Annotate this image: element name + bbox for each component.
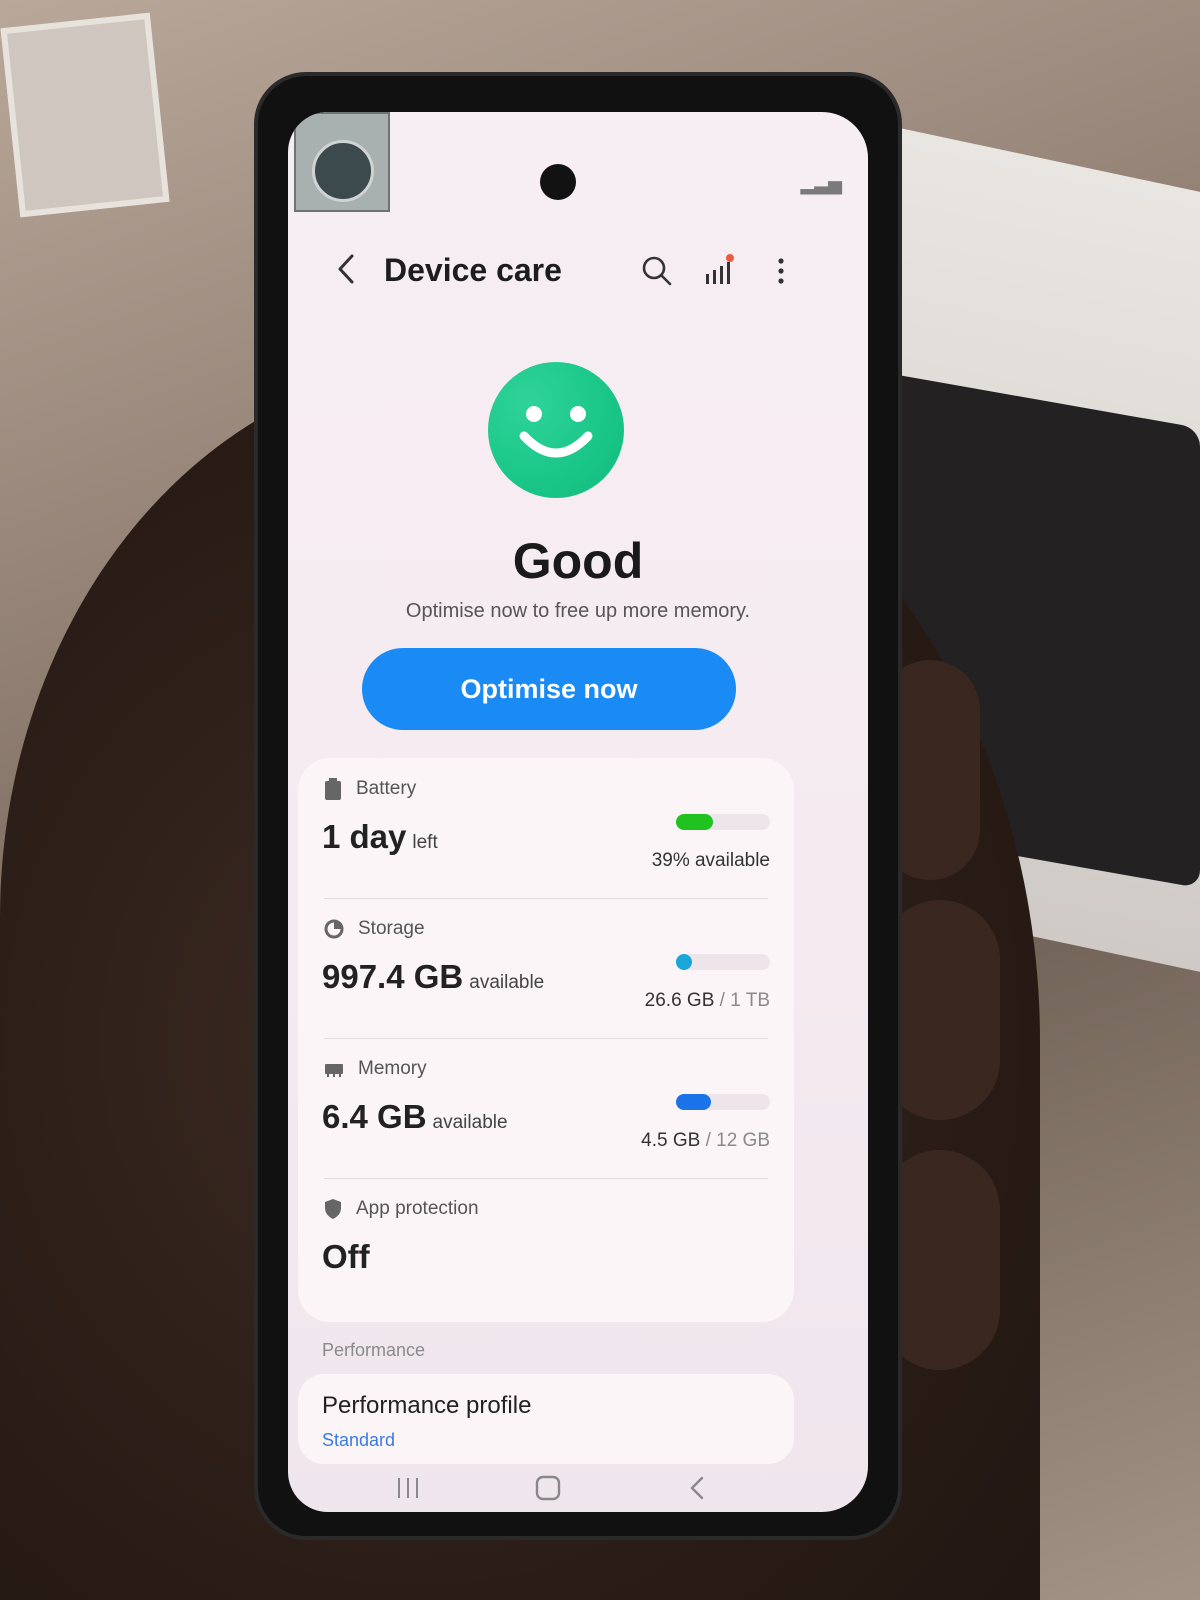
storage-total: / 1 TB [719, 990, 770, 1011]
page-title: Device care [384, 252, 562, 288]
storage-meter-fill [676, 954, 692, 970]
storage-label: Storage [358, 918, 425, 939]
memory-used: 4.5 GB [641, 1130, 701, 1151]
phone: ▂▃▅ Device care Good Optimise now to fre… [258, 76, 898, 1536]
performance-profile-title: Performance profile [322, 1392, 532, 1419]
app-protection-label: App protection [356, 1198, 479, 1219]
memory-label: Memory [358, 1058, 427, 1079]
shield-icon [325, 1199, 341, 1219]
sticker [294, 112, 390, 212]
memory-usage: 4.5 GB / 12 GB [641, 1130, 770, 1152]
search-icon[interactable] [638, 252, 676, 290]
battery-label: Battery [356, 778, 417, 799]
storage-meter [676, 954, 770, 970]
memory-meter [676, 1094, 770, 1110]
storage-used: 26.6 GB [644, 990, 715, 1011]
battery-suffix: left [412, 832, 438, 853]
finger [880, 1150, 1000, 1370]
battery-meter [676, 814, 770, 830]
status-text: Good [512, 533, 644, 589]
device-care-card: Battery 1 day left 39% available Storage… [298, 758, 794, 1322]
stats-icon[interactable] [700, 252, 738, 290]
battery-icon [325, 778, 341, 800]
sticker-logo [312, 140, 374, 202]
memory-total: / 12 GB [705, 1130, 770, 1151]
front-camera [540, 164, 576, 200]
more-options-icon[interactable] [762, 252, 800, 290]
back-arrow-icon[interactable] [330, 252, 364, 286]
battery-row[interactable]: Battery 1 day left 39% available [298, 758, 794, 898]
device-care-screen: ▂▃▅ Device care Good Optimise now to fre… [288, 112, 868, 1512]
smiley-icon [488, 362, 624, 498]
home-icon[interactable] [528, 1472, 568, 1504]
battery-meter-fill [676, 814, 713, 830]
optimise-button[interactable]: Optimise now [362, 648, 736, 730]
memory-suffix: available [432, 1112, 508, 1133]
storage-value: 997.4 GB [322, 958, 464, 995]
signal-icon: ▂▃▅ [800, 174, 842, 194]
memory-meter-fill [676, 1094, 712, 1110]
battery-value: 1 day [322, 818, 407, 855]
status-message: Optimise now to free up more memory. [405, 600, 751, 622]
memory-row[interactable]: Memory 6.4 GB available 4.5 GB / 12 GB [298, 1038, 794, 1178]
storage-icon [324, 919, 344, 939]
storage-suffix: available [469, 972, 545, 993]
finger [880, 900, 1000, 1120]
memory-value: 6.4 GB [322, 1098, 427, 1135]
back-nav-icon[interactable] [678, 1472, 718, 1504]
background-card [0, 12, 170, 218]
performance-section-label: Performance [322, 1340, 426, 1360]
navigation-bar [288, 1464, 868, 1512]
performance-profile-value: Standard [322, 1430, 396, 1450]
storage-usage: 26.6 GB / 1 TB [645, 990, 770, 1012]
recents-icon[interactable] [388, 1472, 428, 1504]
app-protection-row[interactable]: App protection Off [298, 1178, 794, 1318]
memory-icon [325, 1064, 343, 1077]
performance-profile-item[interactable]: Performance profile Standard [298, 1374, 794, 1464]
app-protection-value: Off [322, 1238, 370, 1275]
storage-row[interactable]: Storage 997.4 GB available 26.6 GB / 1 TB [298, 898, 794, 1038]
top-bar: Device care [288, 242, 868, 302]
battery-available: 39% available [651, 850, 770, 871]
